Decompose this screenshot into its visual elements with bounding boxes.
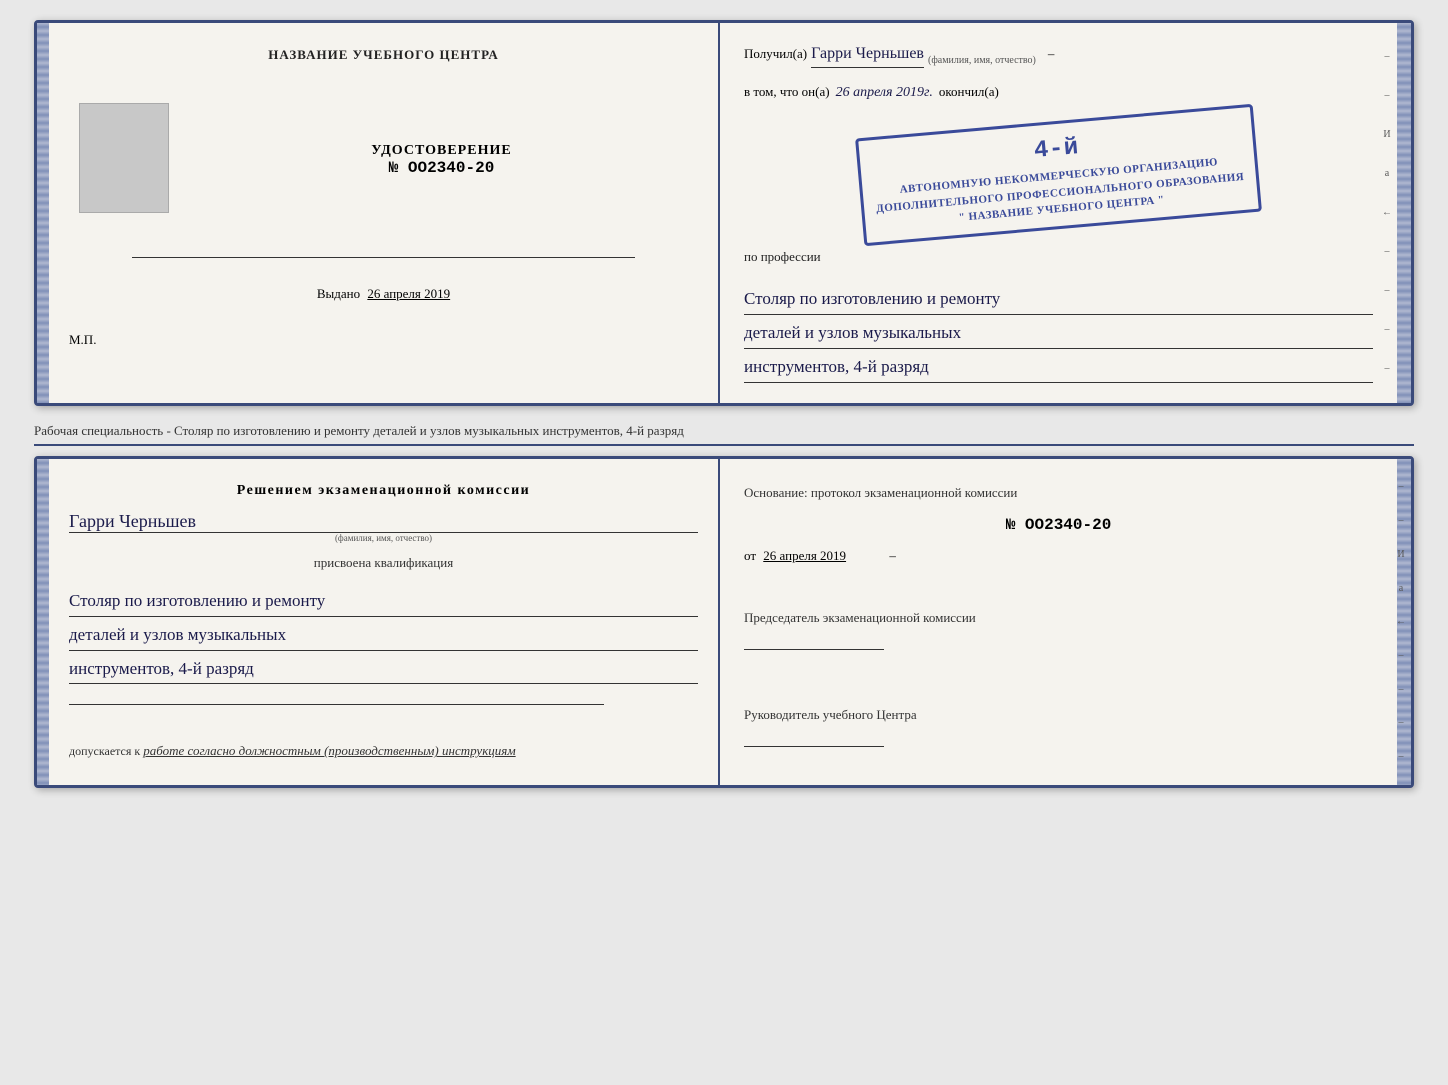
predsedatel-label: Председатель экзаменационной комиссии <box>744 608 1373 629</box>
top-booklet: НАЗВАНИЕ УЧЕБНОГО ЦЕНТРА УДОСТОВЕРЕНИЕ №… <box>34 20 1414 406</box>
bottom-left-page: Решением экзаменационной комиссии Гарри … <box>49 459 720 785</box>
qual-line3: инструментов, 4-й разряд <box>69 655 698 685</box>
reshenie-title: Решением экзаменационной комиссии <box>69 483 698 499</box>
vydano-label: Выдано <box>317 286 360 301</box>
top-right-page: Получил(а) Гарри Черньшев (фамилия, имя,… <box>720 23 1397 403</box>
bottom-booklet: Решением экзаменационной комиссии Гарри … <box>34 456 1414 788</box>
protocol-number: № OO2340-20 <box>744 516 1373 534</box>
osnov-title: Основание: протокол экзаменационной коми… <box>744 483 1373 503</box>
spine-left <box>37 23 49 403</box>
bottom-fio-caption: (фамилия, имя, отчество) <box>69 533 698 543</box>
spine-bottom-left <box>37 459 49 785</box>
predsedatel-block: Председатель экзаменационной комиссии <box>744 608 1373 657</box>
vydano-line: Выдано 26 апреля 2019 <box>317 286 450 302</box>
udost-title: УДОСТОВЕРЕНИЕ <box>371 143 511 159</box>
poluchil-line: Получил(а) Гарри Черньшев (фамилия, имя,… <box>744 43 1373 68</box>
name-block-bottom: Гарри Черньшев (фамилия, имя, отчество) <box>69 511 698 543</box>
vtom-date: 26 апреля 2019г. <box>836 85 933 101</box>
profession-line2: деталей и узлов музыкальных <box>744 319 1373 349</box>
top-left-page: НАЗВАНИЕ УЧЕБНОГО ЦЕНТРА УДОСТОВЕРЕНИЕ №… <box>49 23 720 403</box>
qual-line2: деталей и узлов музыкальных <box>69 621 698 651</box>
bottom-right-page: Основание: протокол экзаменационной коми… <box>720 459 1397 785</box>
profession-block: Столяр по изготовлению и ремонту деталей… <box>744 281 1373 383</box>
vtom-line: в том, что он(а) 26 апреля 2019г. окончи… <box>744 84 1373 101</box>
dopuskaetsya-label: допускается к <box>69 744 140 758</box>
po-professii: по профессии <box>744 249 1373 265</box>
stamp-block: 4-й АВТОНОМНУЮ НЕКОММЕРЧЕСКУЮ ОРГАНИЗАЦИ… <box>855 104 1262 246</box>
rukovoditel-block: Руководитель учебного Центра <box>744 705 1373 754</box>
right-edge-marks-bottom: – – И а ← – – – – <box>1391 459 1411 785</box>
ot-label: от <box>744 548 756 563</box>
poluchil-label: Получил(а) <box>744 45 807 63</box>
vydano-date: 26 апреля 2019 <box>367 286 450 301</box>
ot-date-line: от 26 апреля 2019 – <box>744 548 1373 564</box>
separator-text: Рабочая специальность - Столяр по изгото… <box>34 416 1414 446</box>
rukovoditel-signature-line <box>744 746 884 747</box>
predsedatel-signature-line <box>744 649 884 650</box>
prisvoena-text: присвоена квалификация <box>69 555 698 571</box>
dopuskaetsya-block: допускается к работе согласно должностны… <box>69 741 698 761</box>
rukovoditel-label: Руководитель учебного Центра <box>744 705 1373 726</box>
profession-line3: инструментов, 4-й разряд <box>744 353 1373 383</box>
dopuskaetsya-value: работе согласно должностным (производств… <box>143 743 515 758</box>
bottom-name: Гарри Черньшев <box>69 511 698 533</box>
qual-line1: Столяр по изготовлению и ремонту <box>69 587 698 617</box>
right-edge-marks: – – И а ← – – – – <box>1377 23 1397 403</box>
photo-placeholder <box>79 103 169 213</box>
okonchil-label: окончил(а) <box>939 84 999 100</box>
edge-right-top <box>1397 23 1411 403</box>
mp-label: М.П. <box>69 332 96 347</box>
qualification-block: Столяр по изготовлению и ремонту деталей… <box>69 583 698 685</box>
fio-caption-top: (фамилия, имя, отчество) <box>928 54 1036 68</box>
profession-line1: Столяр по изготовлению и ремонту <box>744 285 1373 315</box>
vtom-label: в том, что он(а) <box>744 84 830 100</box>
udost-block: УДОСТОВЕРЕНИЕ № OO2340-20 <box>371 143 511 177</box>
recipient-name: Гарри Черньшев <box>811 43 924 68</box>
mp-line: М.П. <box>69 332 96 348</box>
top-left-title: НАЗВАНИЕ УЧЕБНОГО ЦЕНТРА <box>268 47 499 63</box>
document-container: НАЗВАНИЕ УЧЕБНОГО ЦЕНТРА УДОСТОВЕРЕНИЕ №… <box>34 20 1414 788</box>
ot-date-value: 26 апреля 2019 <box>763 548 846 563</box>
udost-number: № OO2340-20 <box>371 159 511 177</box>
